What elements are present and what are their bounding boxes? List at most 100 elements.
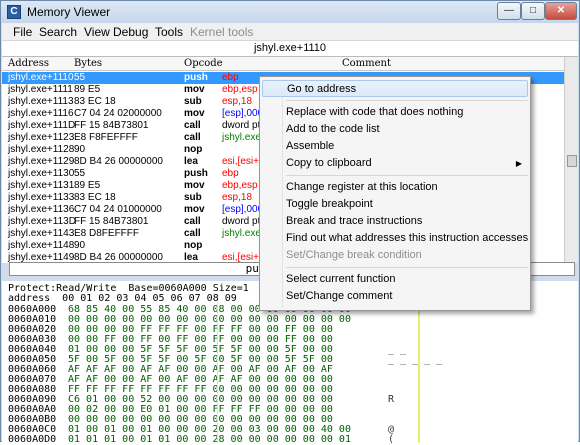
column-comment[interactable]: Comment	[342, 57, 391, 71]
row-address: jshyl.exe+1113	[8, 96, 74, 107]
menu-search[interactable]: Search	[39, 25, 77, 39]
row-address: jshyl.exe+1130	[8, 168, 75, 179]
row-bytes: E8 F8FEFFFF	[74, 132, 138, 143]
row-bytes: FF 15 84B73801	[74, 216, 149, 227]
context-menu-item-label: Change register at this location	[286, 181, 438, 193]
minimize-button[interactable]: —	[497, 2, 521, 20]
row-operand: esp,18	[222, 96, 253, 107]
column-bytes[interactable]: Bytes	[74, 57, 102, 71]
row-operand: ebp,esp	[222, 180, 258, 191]
disassembler-header: Address Bytes Opcode Comment	[2, 57, 564, 71]
menu-bar: File Search View Debug Tools Kernel tool…	[2, 23, 578, 41]
disassembler-scrollbar[interactable]	[564, 57, 578, 263]
hex-ascii: R	[388, 394, 395, 405]
row-address: jshyl.exe+1143	[8, 228, 75, 239]
ascii-guide	[418, 303, 420, 443]
app-icon: C	[7, 5, 21, 19]
context-menu-item[interactable]: Toggle breakpoint	[260, 196, 530, 213]
context-menu-item[interactable]: Break and trace instructions	[260, 213, 530, 230]
row-opcode: push	[184, 72, 208, 83]
row-operand: ebp	[222, 72, 239, 83]
context-menu-item[interactable]: Change register at this location	[260, 179, 530, 196]
row-opcode: mov	[184, 204, 205, 215]
row-bytes: C7 04 24 02000000	[74, 108, 162, 119]
row-address: jshyl.exe+1129	[8, 156, 75, 167]
row-address: jshyl.exe+1116	[8, 108, 74, 119]
context-menu-item-label: Select current function	[286, 273, 396, 285]
row-bytes: 89 E5	[74, 84, 101, 95]
context-menu-item-label: Find out what addresses this instruction…	[286, 232, 529, 244]
context-menu-separator	[286, 100, 528, 101]
context-menu-item[interactable]: Copy to clipboard ▶	[260, 155, 530, 172]
menu-tools[interactable]: Tools	[155, 25, 183, 39]
row-address: jshyl.exe+1148	[8, 240, 75, 251]
row-operand: esp,18	[222, 192, 253, 203]
context-menu-item[interactable]: Select current function	[260, 271, 530, 288]
row-address: jshyl.exe+1110	[8, 72, 74, 83]
column-address[interactable]: Address	[8, 57, 49, 71]
row-opcode: sub	[184, 192, 202, 203]
row-bytes: FF 15 84B73801	[74, 120, 149, 131]
memory-viewer-window: C Memory Viewer — □ ✕ File Search View D…	[0, 0, 580, 445]
row-bytes: E8 D8FEFFFF	[74, 228, 140, 239]
row-bytes: 55	[74, 72, 86, 83]
row-opcode: sub	[184, 96, 202, 107]
menu-file[interactable]: File	[13, 25, 32, 39]
menu-debug[interactable]: Debug	[113, 25, 148, 39]
row-opcode: nop	[184, 144, 203, 155]
context-menu-item-label: Set/Change comment	[286, 290, 393, 302]
context-menu-item[interactable]: Set/Change comment	[260, 288, 530, 305]
row-bytes: 83 EC 18	[74, 96, 116, 107]
menu-view[interactable]: View	[84, 25, 110, 39]
row-address: jshyl.exe+111D	[8, 120, 76, 131]
row-bytes: 90	[74, 240, 86, 251]
row-bytes: C7 04 24 01000000	[74, 204, 162, 215]
row-bytes: 89 E5	[74, 180, 101, 191]
row-address: jshyl.exe+1136	[8, 204, 75, 215]
row-address: jshyl.exe+1111	[8, 84, 73, 95]
row-bytes: 83 EC 18	[74, 192, 116, 203]
row-opcode: mov	[184, 84, 205, 95]
context-menu-item-label: Replace with code that does nothing	[286, 106, 464, 118]
row-address: jshyl.exe+1128	[8, 144, 75, 155]
scrollbar-thumb[interactable]	[567, 155, 577, 167]
row-opcode: call	[184, 216, 201, 227]
menu-kernel-tools[interactable]: Kernel tools	[190, 25, 253, 39]
hex-address: 0060A0D0	[8, 434, 57, 445]
row-operand: ebp,esp	[222, 84, 258, 95]
context-menu-item[interactable]: Replace with code that does nothing	[260, 104, 530, 121]
context-menu-item-label: Add to the code list	[286, 123, 380, 135]
context-menu-item[interactable]: Find out what addresses this instruction…	[260, 230, 530, 247]
maximize-button[interactable]: □	[521, 2, 545, 20]
hex-ascii: _ _ _ _ _	[388, 354, 443, 365]
submenu-arrow-icon: ▶	[515, 159, 522, 168]
row-opcode: call	[184, 132, 201, 143]
context-menu-item-label: Set/Change break condition	[286, 249, 422, 261]
context-menu-item[interactable]: Go to address	[262, 80, 528, 97]
column-opcode[interactable]: Opcode	[184, 57, 223, 71]
row-opcode: mov	[184, 180, 205, 191]
row-opcode: mov	[184, 108, 205, 119]
context-menu-item-label: Assemble	[286, 140, 335, 152]
context-menu-item[interactable]: Add to the code list	[260, 121, 530, 138]
row-opcode: nop	[184, 240, 203, 251]
row-opcode: call	[184, 228, 201, 239]
row-bytes: 55	[74, 168, 86, 179]
context-menu-item[interactable]: Set/Change break condition	[260, 247, 530, 264]
row-opcode: lea	[184, 156, 198, 167]
context-menu-item[interactable]: Assemble	[260, 138, 530, 155]
hex-bytes: 01 01 01 00 01 01 00 00 28 00 00 00 00 0…	[68, 434, 351, 445]
row-address: jshyl.exe+1123	[8, 132, 75, 143]
row-address: jshyl.exe+1131	[8, 180, 75, 191]
row-address: jshyl.exe+1133	[8, 192, 75, 203]
title-bar[interactable]: C Memory Viewer — □ ✕	[1, 1, 579, 23]
column-guide	[217, 303, 218, 443]
context-menu-item-label: Copy to clipboard	[286, 157, 372, 169]
current-address-label: jshyl.exe+1110	[2, 41, 578, 57]
context-menu-separator	[286, 267, 528, 268]
context-menu-separator	[286, 175, 528, 176]
context-menu-item-label: Toggle breakpoint	[286, 198, 373, 210]
hex-header: address 00 01 02 03 04 05 06 07 08 09	[8, 293, 237, 304]
close-button[interactable]: ✕	[545, 2, 577, 20]
row-opcode: push	[184, 168, 208, 179]
